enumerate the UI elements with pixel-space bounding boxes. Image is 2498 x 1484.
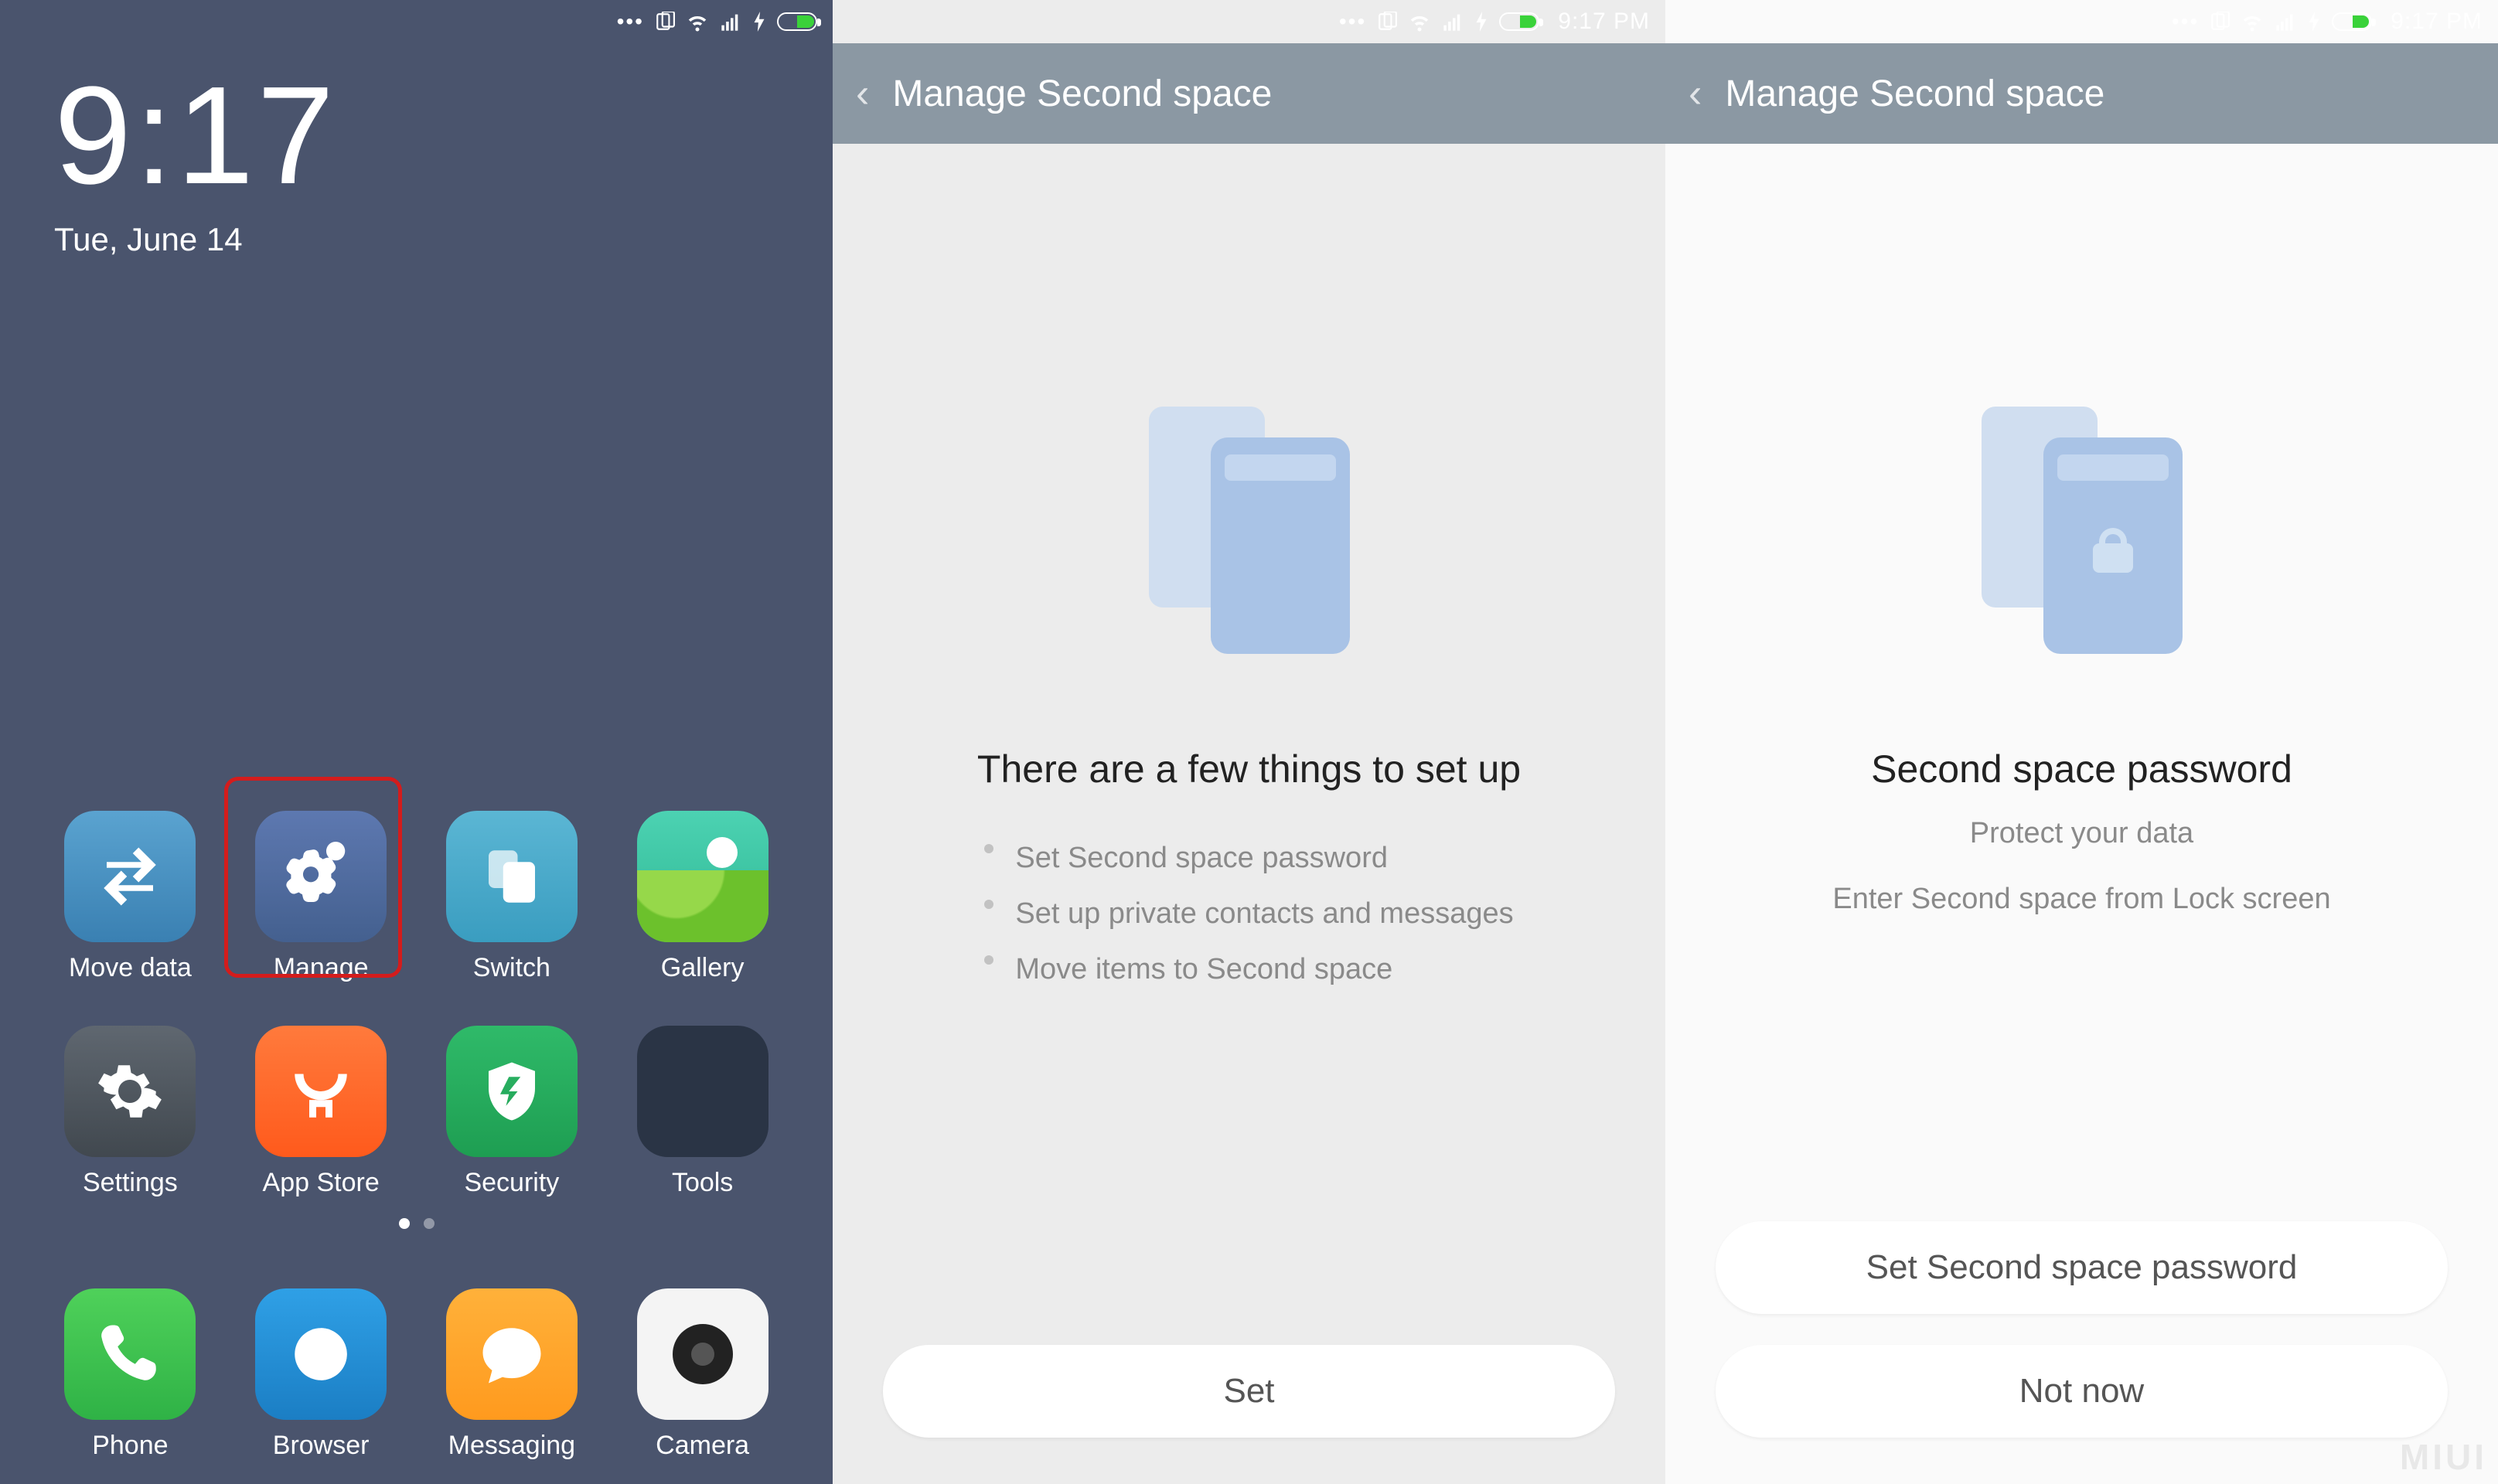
app-label: App Store (263, 1168, 380, 1198)
app-label: Manage (274, 953, 369, 983)
lockscreen-clock: 9:17 Tue, June 14 (0, 43, 833, 258)
back-icon[interactable]: ‹ (1689, 70, 1702, 117)
home-screen: 9:17 Tue, June 14 Move data Manage Switc… (0, 0, 833, 1484)
bullet-item: Move items to Second space (984, 941, 1513, 997)
battery-icon (1499, 12, 1539, 31)
not-now-button[interactable]: Not now (1716, 1345, 2449, 1438)
app-move-data[interactable]: Move data (46, 811, 214, 983)
bullet-item: Set Second space password (984, 830, 1513, 886)
setup-bullet-list: Set Second space password Set up private… (984, 830, 1513, 998)
dock-camera[interactable]: Camera (619, 1288, 786, 1461)
app-label: Messaging (448, 1431, 575, 1461)
battery-icon (2332, 12, 2372, 31)
illustration (1665, 144, 2498, 654)
app-label: Phone (92, 1431, 168, 1461)
wifi-icon (686, 10, 709, 33)
heading: Second space password (1665, 747, 2498, 791)
sim-icon (2210, 12, 2230, 32)
manage-second-space-setup: 9:17 PM ‹ Manage Second space There are … (833, 0, 1665, 1484)
charging-icon (752, 12, 766, 32)
signal-icon (1442, 11, 1464, 32)
app-label: Security (464, 1168, 559, 1198)
phone-front-icon (2043, 437, 2183, 654)
app-label: Browser (273, 1431, 370, 1461)
battery-icon (777, 12, 817, 31)
app-switch[interactable]: Switch (428, 811, 596, 983)
clock-time: 9:17 (54, 66, 779, 206)
status-bar (0, 0, 833, 43)
page-dot (399, 1218, 410, 1229)
app-label: Tools (672, 1168, 733, 1198)
dock-phone[interactable]: Phone (46, 1288, 214, 1461)
status-time: 9:17 PM (2391, 9, 2483, 35)
app-label: Switch (473, 953, 550, 983)
set-password-button[interactable]: Set Second space password (1716, 1221, 2449, 1314)
watermark: MIUI (2400, 1436, 2487, 1478)
more-icon (1339, 9, 1366, 34)
page-indicator (0, 1218, 833, 1229)
illustration (833, 144, 1665, 654)
dock-messaging[interactable]: Messaging (428, 1288, 596, 1461)
app-label: Settings (83, 1168, 178, 1198)
second-space-password: 9:17 PM ‹ Manage Second space Second spa… (1665, 0, 2498, 1484)
wifi-icon (2241, 10, 2264, 33)
app-app-store[interactable]: App Store (237, 1026, 405, 1198)
page-title: Manage Second space (892, 73, 1272, 115)
more-icon (617, 9, 644, 34)
page-title: Manage Second space (1725, 73, 2104, 115)
subheading: Protect your data (1665, 810, 2498, 857)
back-icon[interactable]: ‹ (856, 70, 869, 117)
dock: Phone Browser Messaging Camera (0, 1288, 833, 1461)
dock-browser[interactable]: Browser (237, 1288, 405, 1461)
sim-icon (655, 12, 675, 32)
bullet-item: Set up private contacts and messages (984, 886, 1513, 941)
app-security[interactable]: Security (428, 1026, 596, 1198)
heading: There are a few things to set up (833, 747, 1665, 791)
more-icon (2172, 9, 2199, 34)
status-time: 9:17 PM (1558, 9, 1650, 35)
status-bar: 9:17 PM (833, 0, 1665, 43)
clock-date: Tue, June 14 (54, 221, 779, 258)
page-dot (424, 1218, 435, 1229)
camera-lens-icon (673, 1324, 733, 1384)
app-label: Move data (69, 953, 192, 983)
app-grid: Move data Manage Switch Gallery Settings… (0, 811, 833, 1198)
title-bar: ‹ Manage Second space (1665, 43, 2498, 144)
app-label: Gallery (661, 953, 745, 983)
app-manage[interactable]: Manage (237, 811, 405, 983)
status-bar: 9:17 PM (1665, 0, 2498, 43)
sim-icon (1377, 12, 1397, 32)
signal-icon (720, 11, 741, 32)
app-label: Camera (656, 1431, 749, 1461)
phone-front-icon (1211, 437, 1350, 654)
lock-icon (2093, 528, 2133, 573)
title-bar: ‹ Manage Second space (833, 43, 1665, 144)
charging-icon (1474, 12, 1488, 32)
wifi-icon (1408, 10, 1431, 33)
set-button[interactable]: Set (883, 1345, 1616, 1438)
app-tools-folder[interactable]: Tools (619, 1026, 786, 1198)
subheading: Enter Second space from Lock screen (1665, 876, 2498, 923)
charging-icon (2307, 12, 2321, 32)
signal-icon (2275, 11, 2296, 32)
app-settings[interactable]: Settings (46, 1026, 214, 1198)
app-gallery[interactable]: Gallery (619, 811, 786, 983)
